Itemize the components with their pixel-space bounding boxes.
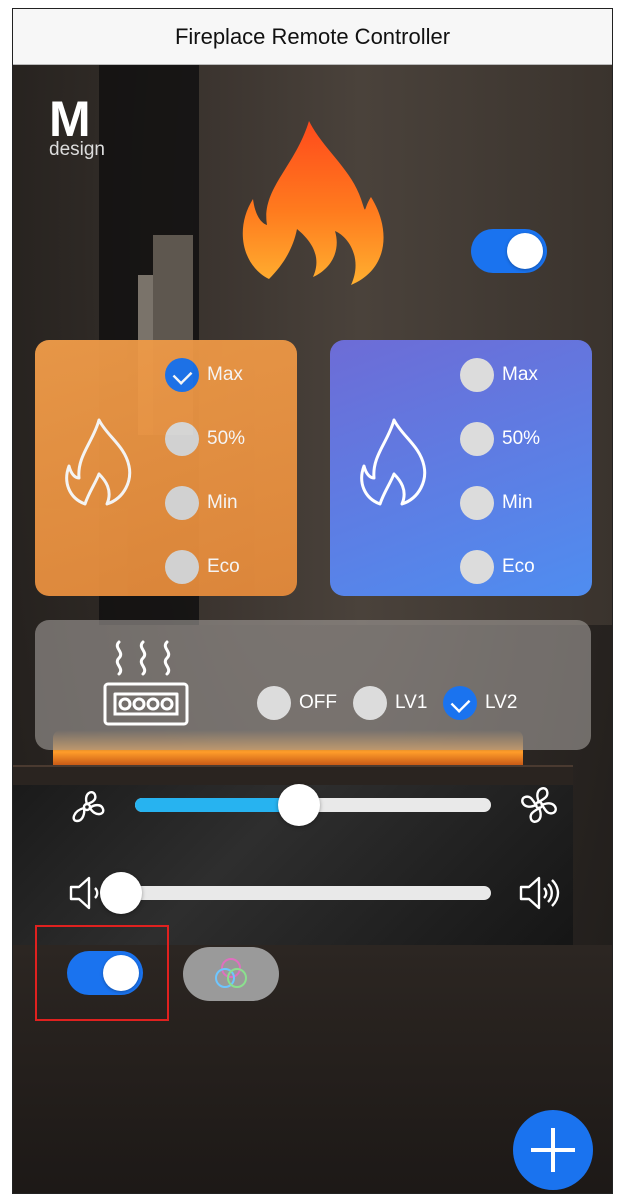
slider-thumb[interactable] xyxy=(277,784,320,826)
logo-word: design xyxy=(49,139,105,160)
option-label: 50% xyxy=(207,428,246,449)
cool-option-min[interactable]: Min xyxy=(460,486,533,520)
toggle-knob xyxy=(103,955,139,991)
heater-panel: OFF LV1 LV2 xyxy=(35,620,591,750)
color-picker-button[interactable] xyxy=(183,947,279,1001)
heater-icon xyxy=(103,640,189,726)
fan-speed-slider[interactable] xyxy=(135,784,491,826)
toggle-knob xyxy=(507,233,543,269)
heater-option-lv2[interactable]: LV2 xyxy=(443,686,517,720)
option-label: Max xyxy=(207,364,243,385)
radio-button[interactable] xyxy=(353,686,387,720)
warm-option-max[interactable]: Max xyxy=(165,358,243,392)
radio-button[interactable] xyxy=(460,422,494,456)
slider-thumb[interactable] xyxy=(100,872,142,914)
slider-fill xyxy=(135,798,299,812)
option-label: 50% xyxy=(502,428,541,449)
warm-option-50[interactable]: 50% xyxy=(165,422,245,456)
volume-slider[interactable] xyxy=(100,872,491,914)
radio-button[interactable] xyxy=(257,686,291,720)
fire-icon xyxy=(242,121,384,285)
add-button[interactable] xyxy=(513,1110,593,1190)
option-label: Eco xyxy=(207,556,240,577)
option-label: Eco xyxy=(502,556,535,577)
fan-high-icon xyxy=(521,787,557,823)
flame-outline-icon xyxy=(360,418,427,506)
title-bar: Fireplace Remote Controller xyxy=(13,9,612,65)
radio-button[interactable] xyxy=(165,550,199,584)
radio-button[interactable] xyxy=(165,422,199,456)
radio-button[interactable] xyxy=(165,486,199,520)
flame-outline-icon xyxy=(65,418,132,506)
option-label: OFF xyxy=(299,692,337,713)
option-label: Min xyxy=(502,492,533,513)
cool-option-eco[interactable]: Eco xyxy=(460,550,535,584)
app-frame: Fireplace Remote Controller M design Max… xyxy=(12,8,613,1194)
light-toggle[interactable] xyxy=(67,951,143,995)
brand-logo: M design xyxy=(49,91,105,161)
fan-low-icon xyxy=(72,791,105,823)
rgb-circles-icon xyxy=(215,958,247,988)
flame-warm-card: Max 50% Min Eco xyxy=(35,340,297,596)
fireplace-background: M design Max 50% Min Eco Max 50% Min Eco… xyxy=(13,65,612,1193)
power-toggle[interactable] xyxy=(471,229,547,273)
radio-button[interactable] xyxy=(460,358,494,392)
flame-cool-card: Max 50% Min Eco xyxy=(330,340,592,596)
heater-option-off[interactable]: OFF xyxy=(257,686,337,720)
option-label: LV2 xyxy=(485,692,518,713)
heater-option-lv1[interactable]: LV1 xyxy=(353,686,427,720)
option-label: LV1 xyxy=(395,692,428,713)
page-title: Fireplace Remote Controller xyxy=(174,23,451,49)
option-label: Min xyxy=(207,492,238,513)
warm-option-min[interactable]: Min xyxy=(165,486,238,520)
speaker-high-icon xyxy=(519,876,560,910)
cool-option-max[interactable]: Max xyxy=(460,358,538,392)
radio-button[interactable] xyxy=(443,686,477,720)
warm-option-eco[interactable]: Eco xyxy=(165,550,240,584)
option-label: Max xyxy=(502,364,538,385)
cool-option-50[interactable]: 50% xyxy=(460,422,540,456)
logo-mark: M xyxy=(49,91,91,147)
radio-button[interactable] xyxy=(460,550,494,584)
radio-button[interactable] xyxy=(460,486,494,520)
radio-button[interactable] xyxy=(165,358,199,392)
